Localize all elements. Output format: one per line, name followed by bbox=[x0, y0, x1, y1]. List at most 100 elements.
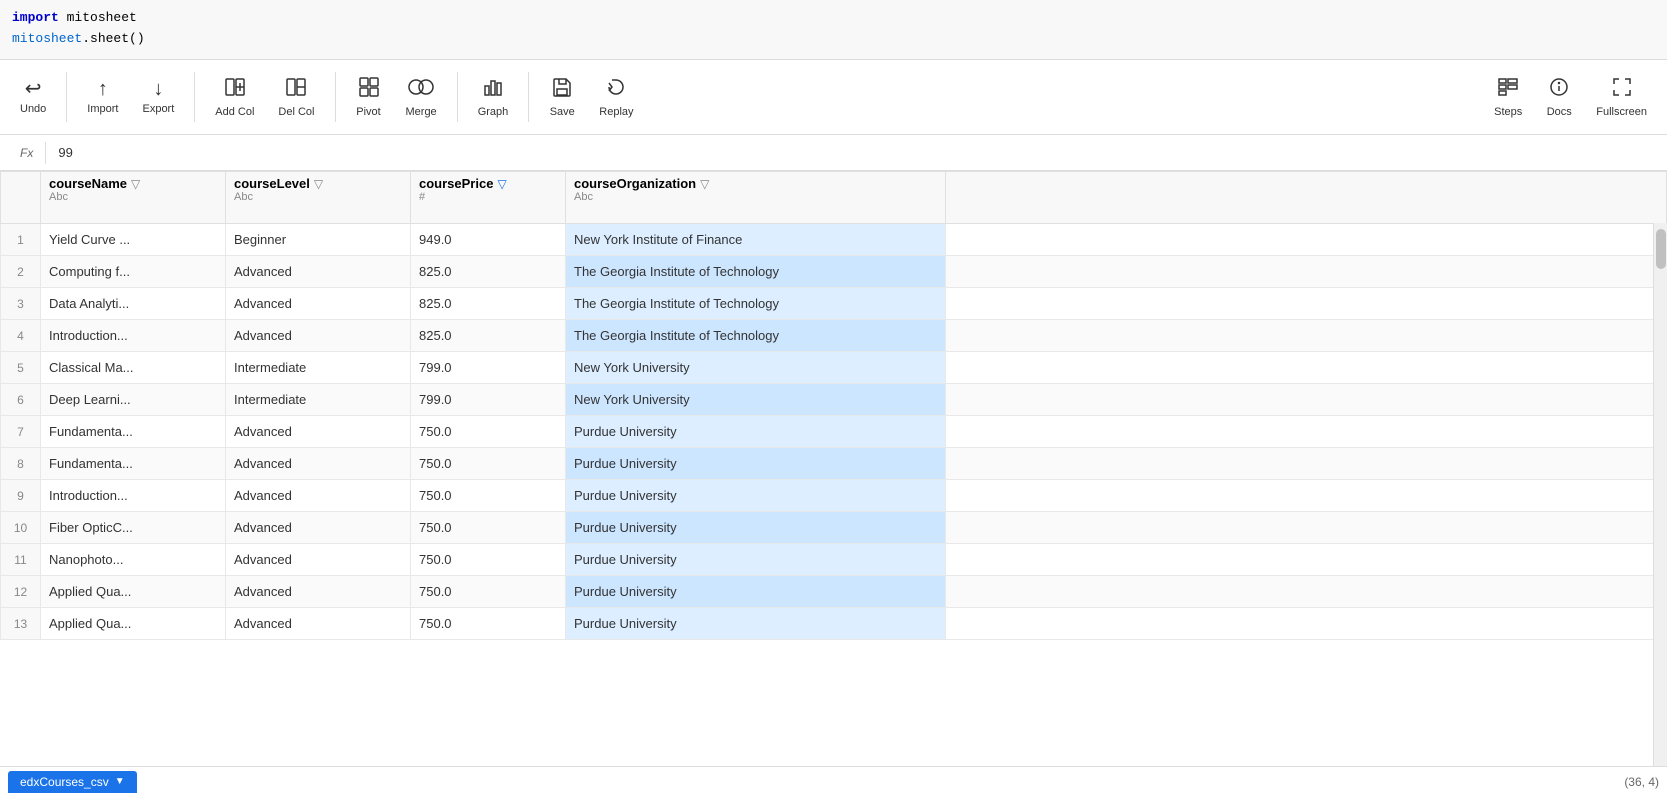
table-row[interactable]: 2 Computing f... Advanced 825.0 The Geor… bbox=[1, 256, 1667, 288]
cell-coursename[interactable]: Data Analyti... bbox=[41, 288, 226, 320]
cell-courselevel[interactable]: Advanced bbox=[226, 576, 411, 608]
cell-courselevel[interactable]: Advanced bbox=[226, 288, 411, 320]
table-row[interactable]: 8 Fundamenta... Advanced 750.0 Purdue Un… bbox=[1, 448, 1667, 480]
cell-courseorg[interactable]: New York University bbox=[566, 384, 946, 416]
col-header-courseorg[interactable]: courseOrganization ▽ Abc bbox=[566, 172, 946, 224]
cell-courselevel[interactable]: Advanced bbox=[226, 256, 411, 288]
cell-courseorg[interactable]: Purdue University bbox=[566, 416, 946, 448]
cell-courselevel[interactable]: Advanced bbox=[226, 480, 411, 512]
cell-courseprice[interactable]: 750.0 bbox=[411, 608, 566, 640]
fullscreen-icon bbox=[1611, 76, 1633, 102]
cell-courseprice[interactable]: 750.0 bbox=[411, 544, 566, 576]
cell-courseprice[interactable]: 825.0 bbox=[411, 288, 566, 320]
cell-courseorg[interactable]: Purdue University bbox=[566, 576, 946, 608]
cell-courseorg[interactable]: The Georgia Institute of Technology bbox=[566, 320, 946, 352]
cell-courseprice[interactable]: 750.0 bbox=[411, 480, 566, 512]
sheet-dropdown-arrow[interactable]: ▼ bbox=[115, 776, 125, 787]
steps-icon bbox=[1497, 76, 1519, 102]
import-keyword: import bbox=[12, 10, 59, 25]
module-name: mitosheet bbox=[59, 10, 137, 25]
cell-coursename[interactable]: Fundamenta... bbox=[41, 448, 226, 480]
cell-courseprice[interactable]: 750.0 bbox=[411, 512, 566, 544]
filter-icon-courseorg[interactable]: ▽ bbox=[700, 177, 709, 191]
cell-courseorg[interactable]: Purdue University bbox=[566, 512, 946, 544]
table-row[interactable]: 1 Yield Curve ... Beginner 949.0 New Yor… bbox=[1, 224, 1667, 256]
cell-courselevel[interactable]: Advanced bbox=[226, 512, 411, 544]
cell-courseorg[interactable]: Purdue University bbox=[566, 544, 946, 576]
filter-icon-courselevel[interactable]: ▽ bbox=[314, 177, 323, 191]
cell-courseorg[interactable]: Purdue University bbox=[566, 448, 946, 480]
table-row[interactable]: 6 Deep Learni... Intermediate 799.0 New … bbox=[1, 384, 1667, 416]
cell-coursename[interactable]: Classical Ma... bbox=[41, 352, 226, 384]
table-row[interactable]: 10 Fiber OpticC... Advanced 750.0 Purdue… bbox=[1, 512, 1667, 544]
import-button[interactable]: ↑ Import bbox=[75, 73, 130, 121]
table-row[interactable]: 3 Data Analyti... Advanced 825.0 The Geo… bbox=[1, 288, 1667, 320]
table-row[interactable]: 11 Nanophoto... Advanced 750.0 Purdue Un… bbox=[1, 544, 1667, 576]
export-icon: ↓ bbox=[153, 79, 163, 99]
cell-courseorg[interactable]: The Georgia Institute of Technology bbox=[566, 256, 946, 288]
cell-courseprice[interactable]: 799.0 bbox=[411, 352, 566, 384]
import-label: Import bbox=[87, 103, 118, 115]
fullscreen-button[interactable]: Fullscreen bbox=[1584, 70, 1659, 124]
cell-courselevel[interactable]: Advanced bbox=[226, 320, 411, 352]
cell-courseorg[interactable]: Purdue University bbox=[566, 480, 946, 512]
cell-coursename[interactable]: Fiber OpticC... bbox=[41, 512, 226, 544]
cell-courselevel[interactable]: Advanced bbox=[226, 608, 411, 640]
cell-coursename[interactable]: Introduction... bbox=[41, 480, 226, 512]
cell-coursename[interactable]: Yield Curve ... bbox=[41, 224, 226, 256]
cell-coursename[interactable]: Applied Qua... bbox=[41, 576, 226, 608]
cell-coursename[interactable]: Applied Qua... bbox=[41, 608, 226, 640]
cell-coursename[interactable]: Deep Learni... bbox=[41, 384, 226, 416]
cell-empty bbox=[946, 384, 1667, 416]
save-button[interactable]: Save bbox=[537, 70, 587, 124]
scrollable-body[interactable]: courseName ▽ Abc courseLevel ▽ bbox=[0, 171, 1667, 766]
undo-button[interactable]: ↩ Undo bbox=[8, 73, 58, 121]
merge-button[interactable]: Merge bbox=[394, 70, 449, 124]
cell-coursename[interactable]: Nanophoto... bbox=[41, 544, 226, 576]
cell-courselevel[interactable]: Advanced bbox=[226, 448, 411, 480]
filter-icon-courseprice[interactable]: ▽ bbox=[497, 177, 506, 191]
filter-icon-coursename[interactable]: ▽ bbox=[131, 177, 140, 191]
table-row[interactable]: 7 Fundamenta... Advanced 750.0 Purdue Un… bbox=[1, 416, 1667, 448]
export-button[interactable]: ↓ Export bbox=[130, 73, 186, 121]
sheet-tab[interactable]: edxCourses_csv ▼ bbox=[8, 771, 137, 793]
col-header-coursename[interactable]: courseName ▽ Abc bbox=[41, 172, 226, 224]
table-row[interactable]: 5 Classical Ma... Intermediate 799.0 New… bbox=[1, 352, 1667, 384]
cell-courseprice[interactable]: 949.0 bbox=[411, 224, 566, 256]
table-row[interactable]: 9 Introduction... Advanced 750.0 Purdue … bbox=[1, 480, 1667, 512]
cell-coursename[interactable]: Introduction... bbox=[41, 320, 226, 352]
scrollbar[interactable] bbox=[1653, 223, 1667, 766]
cell-empty bbox=[946, 352, 1667, 384]
replay-button[interactable]: Replay bbox=[587, 70, 645, 124]
docs-button[interactable]: Docs bbox=[1534, 70, 1584, 124]
cell-courseorg[interactable]: New York Institute of Finance bbox=[566, 224, 946, 256]
cell-courseorg[interactable]: New York University bbox=[566, 352, 946, 384]
table-row[interactable]: 12 Applied Qua... Advanced 750.0 Purdue … bbox=[1, 576, 1667, 608]
steps-button[interactable]: Steps bbox=[1482, 70, 1534, 124]
cell-courselevel[interactable]: Advanced bbox=[226, 544, 411, 576]
cell-courselevel[interactable]: Intermediate bbox=[226, 384, 411, 416]
cell-courseprice[interactable]: 799.0 bbox=[411, 384, 566, 416]
cell-coursename[interactable]: Fundamenta... bbox=[41, 416, 226, 448]
cell-courseprice[interactable]: 750.0 bbox=[411, 416, 566, 448]
cell-courseorg[interactable]: Purdue University bbox=[566, 608, 946, 640]
delcol-button[interactable]: Del Col bbox=[266, 70, 326, 124]
table-row[interactable]: 13 Applied Qua... Advanced 750.0 Purdue … bbox=[1, 608, 1667, 640]
pivot-button[interactable]: Pivot bbox=[344, 70, 394, 124]
cell-courselevel[interactable]: Intermediate bbox=[226, 352, 411, 384]
cell-courseprice[interactable]: 750.0 bbox=[411, 576, 566, 608]
col-header-courseprice[interactable]: coursePrice ▽ # bbox=[411, 172, 566, 224]
col-header-courselevel[interactable]: courseLevel ▽ Abc bbox=[226, 172, 411, 224]
cell-coursename[interactable]: Computing f... bbox=[41, 256, 226, 288]
cell-courseprice[interactable]: 750.0 bbox=[411, 448, 566, 480]
scrollbar-thumb[interactable] bbox=[1656, 229, 1666, 269]
cell-courselevel[interactable]: Beginner bbox=[226, 224, 411, 256]
cell-courseprice[interactable]: 825.0 bbox=[411, 256, 566, 288]
col-name-coursename: courseName bbox=[49, 176, 127, 191]
cell-courseorg[interactable]: The Georgia Institute of Technology bbox=[566, 288, 946, 320]
cell-courselevel[interactable]: Advanced bbox=[226, 416, 411, 448]
addcol-button[interactable]: Add Col bbox=[203, 70, 266, 124]
graph-button[interactable]: Graph bbox=[466, 70, 521, 124]
table-row[interactable]: 4 Introduction... Advanced 825.0 The Geo… bbox=[1, 320, 1667, 352]
cell-courseprice[interactable]: 825.0 bbox=[411, 320, 566, 352]
